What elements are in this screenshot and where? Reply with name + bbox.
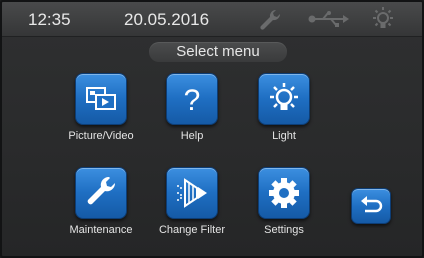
picture-video-button[interactable] — [75, 73, 127, 125]
menu-item-change-filter[interactable]: Change Filter — [157, 167, 227, 236]
date-display: 20.05.2016 — [124, 10, 210, 29]
picture-video-icon — [86, 87, 116, 110]
light-icon — [370, 6, 396, 37]
light-bulb-icon — [270, 83, 298, 110]
maintenance-button[interactable] — [75, 167, 127, 219]
wrench-icon — [87, 176, 116, 205]
filter-icon — [177, 178, 207, 208]
change-filter-button[interactable] — [166, 167, 218, 219]
svg-text:?: ? — [184, 84, 201, 117]
back-arrow-icon — [361, 196, 383, 213]
menu-item-settings[interactable]: Settings — [249, 167, 319, 236]
question-mark-icon: ? — [184, 84, 201, 117]
menu-title: Select menu — [149, 42, 287, 62]
help-button[interactable]: ? — [166, 73, 218, 125]
settings-label: Settings — [264, 224, 304, 236]
back-button[interactable] — [351, 188, 391, 224]
device-screen: 12:35 20.05.2016 Select menu Picture/Vid… — [0, 0, 424, 258]
wrench-icon — [256, 7, 284, 36]
light-button[interactable] — [258, 73, 310, 125]
clock-time: 12:35 — [28, 10, 71, 29]
usb-icon — [307, 11, 349, 32]
settings-button[interactable] — [258, 167, 310, 219]
status-bar: 12:35 20.05.2016 — [2, 2, 422, 37]
menu-item-maintenance[interactable]: Maintenance — [66, 167, 136, 236]
light-label: Light — [272, 130, 296, 142]
menu-item-light[interactable]: Light — [249, 73, 319, 142]
menu-item-help[interactable]: ? Help — [157, 73, 227, 142]
menu-item-picture-video[interactable]: Picture/Video — [66, 73, 136, 142]
gear-icon — [269, 178, 299, 208]
